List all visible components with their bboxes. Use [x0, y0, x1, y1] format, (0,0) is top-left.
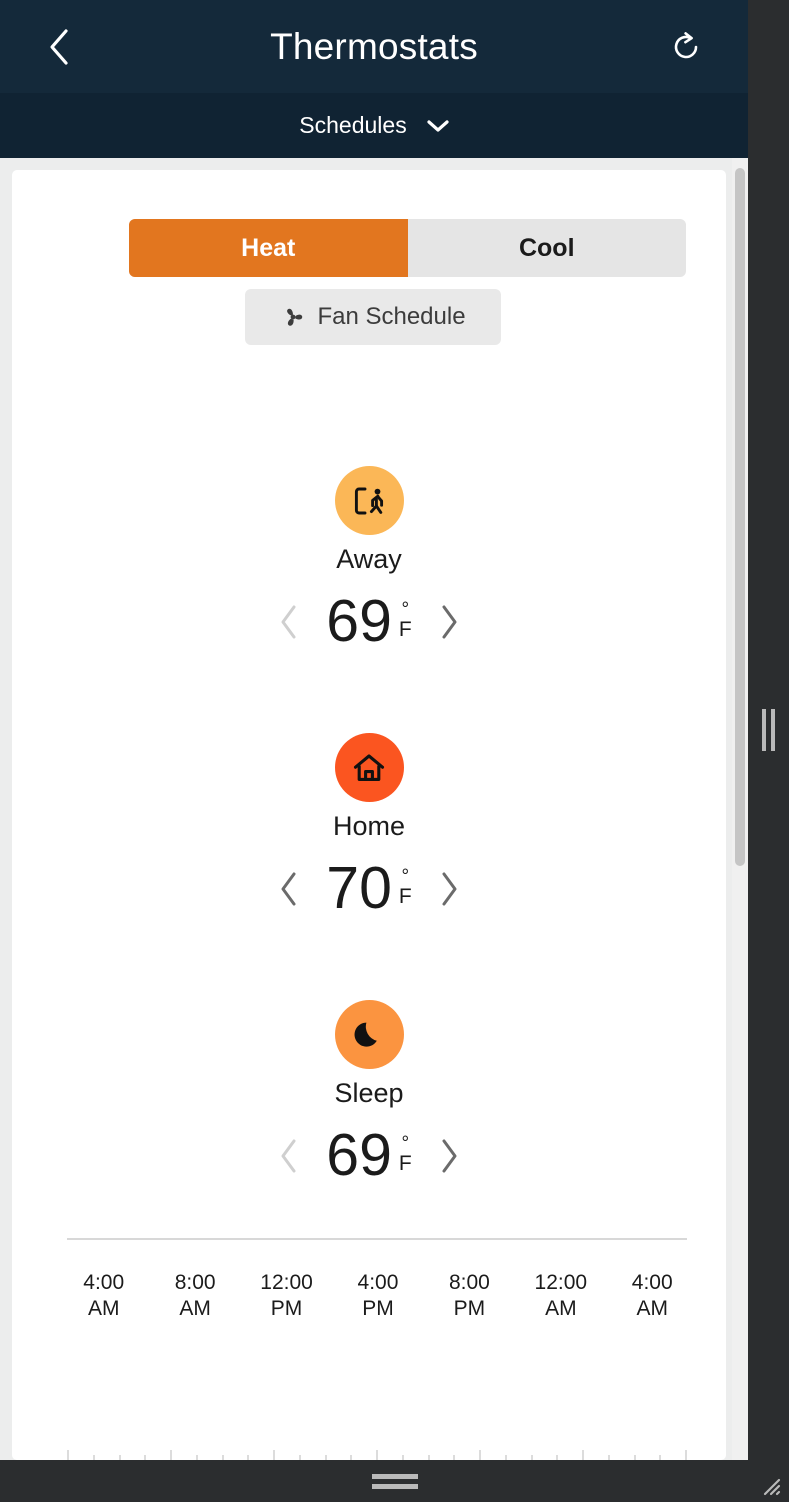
- home-temperature-unit: ° F: [398, 866, 412, 908]
- comfort-row-sleep: Sleep 69 ° F: [12, 1000, 726, 1185]
- time-axis: 4:00 AM 8:00 AM 12:00 PM 4:00 PM 8:00 PM…: [58, 1270, 698, 1322]
- time-axis-time: 12:00: [534, 1271, 588, 1294]
- home-temperature-stepper: 70 ° F: [266, 859, 471, 918]
- time-axis-label: 4:00 AM: [607, 1270, 698, 1322]
- time-axis-label: 12:00 AM: [515, 1270, 606, 1322]
- home-temperature-value: 70 ° F: [326, 859, 411, 918]
- away-temperature-unit: ° F: [398, 599, 412, 641]
- page-title: Thermostats: [270, 25, 478, 67]
- axis-divider: [67, 1238, 687, 1240]
- tab-heat[interactable]: Heat: [129, 219, 408, 277]
- right-panel-rail: [748, 0, 789, 1460]
- sleep-decrease-button[interactable]: [266, 1128, 312, 1184]
- unit-letter: F: [398, 884, 412, 908]
- schedules-dropdown-label: Schedules: [299, 112, 407, 138]
- chevron-right-icon: [442, 872, 457, 905]
- scrollbar-thumb[interactable]: [735, 168, 745, 866]
- schedule-card: Heat Cool Fan Schedule Away 69 ° F Home …: [12, 170, 726, 1460]
- content-area: Heat Cool Fan Schedule Away 69 ° F Home …: [0, 158, 748, 1460]
- time-axis-time: 4:00: [357, 1271, 399, 1294]
- fan-schedule-label: Fan Schedule: [317, 303, 466, 330]
- away-temperature-stepper: 69 ° F: [266, 592, 471, 651]
- sleep-icon-badge[interactable]: [334, 1000, 404, 1069]
- sleep-increase-button[interactable]: [426, 1128, 472, 1184]
- bottom-bar: [0, 1460, 789, 1502]
- title-bar: Thermostats: [0, 0, 748, 93]
- home-icon-badge[interactable]: [334, 733, 404, 802]
- schedules-dropdown[interactable]: Schedules: [0, 93, 748, 158]
- away-icon-badge[interactable]: [334, 466, 404, 535]
- vertical-drag-handle[interactable]: [762, 709, 775, 751]
- time-axis-label: 4:00 AM: [58, 1270, 149, 1322]
- axis-tick-marks: [67, 1448, 687, 1460]
- house-icon: [353, 753, 385, 781]
- time-axis-time: 4:00: [631, 1271, 673, 1294]
- time-axis-label: 8:00 AM: [149, 1270, 240, 1322]
- chevron-right-icon: [442, 1139, 457, 1172]
- comfort-row-away: Away 69 ° F: [12, 466, 726, 651]
- chevron-down-icon: [427, 119, 449, 132]
- time-axis-meridiem: AM: [545, 1297, 577, 1321]
- refresh-icon: [674, 31, 698, 58]
- away-temperature-number: 69: [326, 588, 392, 654]
- app-viewport: Thermostats Schedules Heat Cool Fan Sche…: [0, 0, 748, 1460]
- unit-letter: F: [398, 617, 412, 641]
- degree-symbol: °: [401, 599, 410, 621]
- time-axis-meridiem: AM: [179, 1297, 211, 1321]
- time-axis-time: 4:00: [83, 1271, 125, 1294]
- degree-symbol: °: [401, 1133, 410, 1155]
- home-label: Home: [332, 811, 406, 841]
- chevron-left-icon: [281, 872, 296, 905]
- app-window: Thermostats Schedules Heat Cool Fan Sche…: [0, 0, 789, 1502]
- sleep-temperature-value: 69 ° F: [326, 1126, 411, 1185]
- person-exit-icon: [354, 487, 384, 514]
- away-label: Away: [336, 544, 402, 574]
- chevron-right-icon: [442, 605, 457, 638]
- sleep-temperature-stepper: 69 ° F: [266, 1126, 471, 1185]
- time-axis-time: 8:00: [174, 1271, 216, 1294]
- back-button[interactable]: [33, 21, 85, 73]
- fan-schedule-button[interactable]: Fan Schedule: [245, 289, 501, 345]
- chevron-left-icon: [281, 1139, 296, 1172]
- time-axis-label: 12:00 PM: [241, 1270, 332, 1322]
- tab-cool[interactable]: Cool: [408, 219, 687, 277]
- away-increase-button[interactable]: [426, 594, 472, 650]
- moon-icon: [354, 1022, 377, 1047]
- away-temperature-value: 69 ° F: [326, 592, 411, 651]
- chevron-left-icon: [281, 605, 296, 638]
- resize-grip-icon[interactable]: [757, 1472, 783, 1498]
- time-axis-meridiem: PM: [453, 1297, 486, 1321]
- degree-symbol: °: [401, 866, 410, 888]
- unit-letter: F: [398, 1151, 412, 1175]
- sleep-temperature-number: 69: [326, 1122, 392, 1188]
- time-axis-meridiem: AM: [87, 1297, 120, 1321]
- time-axis-time: 8:00: [448, 1271, 490, 1294]
- comfort-settings-list: Away 69 ° F Home 70 ° F Sleep 69 ° F: [12, 466, 726, 1267]
- fan-icon: [287, 308, 303, 326]
- time-axis-label: 8:00 PM: [424, 1270, 515, 1322]
- mode-tabs: Heat Cool: [129, 219, 686, 277]
- home-increase-button[interactable]: [426, 861, 472, 917]
- time-axis-time: 12:00: [260, 1271, 313, 1294]
- time-axis-meridiem: PM: [362, 1297, 394, 1321]
- time-axis-label: 4:00 PM: [332, 1270, 423, 1322]
- away-decrease-button[interactable]: [266, 594, 312, 650]
- time-axis-meridiem: AM: [636, 1297, 668, 1321]
- sleep-label: Sleep: [334, 1078, 404, 1108]
- vertical-scrollbar[interactable]: [732, 158, 748, 1460]
- sleep-temperature-unit: ° F: [398, 1133, 412, 1175]
- chevron-left-icon: [50, 28, 68, 65]
- home-temperature-number: 70: [326, 855, 392, 921]
- home-decrease-button[interactable]: [266, 861, 312, 917]
- comfort-row-home: Home 70 ° F: [12, 733, 726, 918]
- time-axis-meridiem: PM: [270, 1297, 303, 1321]
- refresh-button[interactable]: [660, 21, 712, 73]
- horizontal-drag-handle[interactable]: [371, 1473, 418, 1489]
